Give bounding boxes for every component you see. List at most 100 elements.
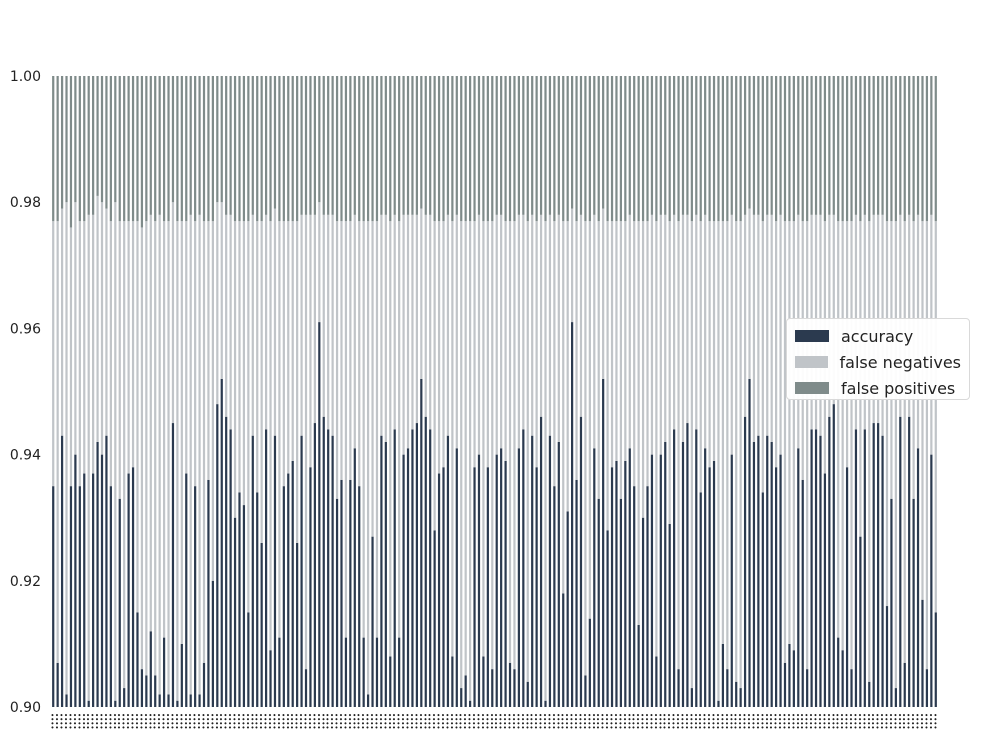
bar-false-negatives-150	[717, 221, 720, 701]
bar-false-positives-46	[256, 76, 259, 222]
bar-false-positives-35	[207, 76, 210, 222]
bar-false-negatives-39	[225, 214, 228, 417]
bar-false-positives-92	[460, 76, 463, 222]
bar-false-positives-153	[730, 76, 733, 215]
bar-false-positives-63	[331, 76, 334, 215]
bar-false-positives-10	[96, 76, 99, 196]
bar-false-positives-150	[717, 76, 720, 222]
bar-false-positives-119	[579, 76, 583, 215]
bar-false-negatives-19	[136, 221, 139, 613]
bar-accuracy-86	[433, 530, 436, 707]
bar-accuracy-23	[154, 675, 157, 707]
bar-accuracy-169	[801, 479, 804, 707]
bar-false-negatives-129	[624, 221, 627, 461]
bar-accuracy-154	[735, 681, 738, 707]
bar-false-positives-158	[752, 76, 756, 215]
bar-accuracy-63	[331, 435, 334, 707]
bar-false-positives-67	[349, 76, 352, 222]
bar-accuracy-95	[473, 467, 476, 707]
bar-false-negatives-141	[677, 221, 680, 670]
bar-accuracy-161	[766, 435, 769, 707]
bar-false-negatives-36	[211, 221, 214, 581]
bar-accuracy-174	[823, 473, 827, 707]
bar-false-positives-87	[437, 76, 441, 222]
bar-accuracy-0	[52, 486, 55, 707]
bar-false-positives-197	[925, 76, 929, 222]
bar-accuracy-137	[659, 454, 662, 707]
bar-false-positives-195	[916, 76, 920, 215]
bar-false-negatives-25	[162, 221, 166, 638]
bar-false-negatives-115	[562, 221, 565, 594]
bar-accuracy-12	[105, 435, 108, 707]
bar-false-negatives-106	[522, 214, 525, 430]
bar-false-positives-174	[823, 76, 827, 222]
bar-false-negatives-99	[491, 221, 494, 670]
bar-accuracy-28	[176, 700, 179, 707]
bar-accuracy-54	[291, 460, 294, 707]
bar-false-negatives-21	[145, 221, 148, 676]
bar-accuracy-198	[930, 454, 933, 707]
bar-accuracy-50	[273, 435, 277, 707]
bar-false-negatives-97	[482, 221, 485, 657]
bar-false-positives-178	[841, 76, 844, 222]
bar-false-negatives-166	[788, 221, 791, 644]
bar-accuracy-77	[393, 429, 396, 707]
bar-false-positives-184	[868, 76, 871, 222]
legend-swatch-accuracy	[795, 330, 829, 342]
bar-false-negatives-28	[176, 221, 179, 701]
bar-accuracy-164	[779, 454, 782, 707]
bar-false-positives-148	[708, 76, 711, 222]
bar-accuracy-1	[56, 662, 59, 707]
y-tick-label: 0.98	[10, 195, 41, 211]
bar-accuracy-6	[78, 486, 81, 707]
bar-accuracy-65	[340, 479, 343, 707]
bar-false-negatives-93	[464, 221, 467, 676]
bar-accuracy-152	[726, 669, 729, 707]
bar-false-positives-127	[615, 76, 618, 222]
bar-false-positives-97	[482, 76, 485, 222]
bar-accuracy-156	[743, 416, 747, 707]
bar-false-negatives-121	[588, 221, 591, 619]
bar-false-negatives-135	[650, 214, 654, 455]
legend-label-accuracy: accuracy	[841, 326, 914, 346]
bar-accuracy-93	[464, 675, 467, 707]
bar-false-negatives-79	[402, 214, 405, 455]
bar-false-negatives-164	[779, 214, 782, 455]
bar-accuracy-157	[748, 378, 751, 707]
bar-accuracy-34	[202, 662, 206, 707]
bar-false-negatives-89	[446, 214, 450, 436]
bar-false-negatives-101	[500, 214, 503, 449]
bar-false-negatives-83	[420, 208, 423, 379]
bar-accuracy-143	[686, 423, 689, 707]
bar-false-negatives-14	[114, 202, 117, 701]
bar-false-positives-105	[517, 76, 520, 215]
bar-false-positives-5	[74, 76, 77, 203]
bar-false-negatives-87	[437, 221, 441, 474]
bar-false-negatives-147	[704, 214, 707, 449]
bar-accuracy-98	[486, 467, 489, 707]
bar-false-negatives-61	[322, 214, 325, 417]
bar-false-positives-48	[264, 76, 268, 215]
bar-false-positives-186	[877, 76, 880, 215]
bar-false-positives-112	[548, 76, 552, 215]
bar-false-positives-3	[65, 76, 68, 203]
bar-accuracy-193	[908, 416, 911, 707]
bar-accuracy-7	[83, 473, 86, 707]
bar-accuracy-70	[362, 637, 365, 707]
bar-false-positives-114	[557, 76, 560, 215]
bar-false-positives-193	[908, 76, 911, 215]
bar-false-negatives-192	[903, 221, 906, 663]
bar-false-negatives-158	[752, 214, 756, 442]
bar-false-negatives-23	[154, 221, 157, 676]
y-tick-label: 1.00	[10, 69, 41, 85]
bar-accuracy-60	[318, 322, 321, 707]
bar-false-negatives-94	[469, 221, 472, 701]
bar-false-negatives-47	[260, 221, 263, 543]
bar-accuracy-15	[118, 498, 121, 707]
bar-accuracy-123	[597, 498, 600, 707]
bar-false-negatives-1	[56, 221, 59, 663]
bar-accuracy-167	[792, 650, 795, 707]
bar-false-positives-95	[473, 76, 476, 222]
bar-false-positives-126	[610, 76, 614, 222]
bar-accuracy-181	[854, 429, 858, 707]
